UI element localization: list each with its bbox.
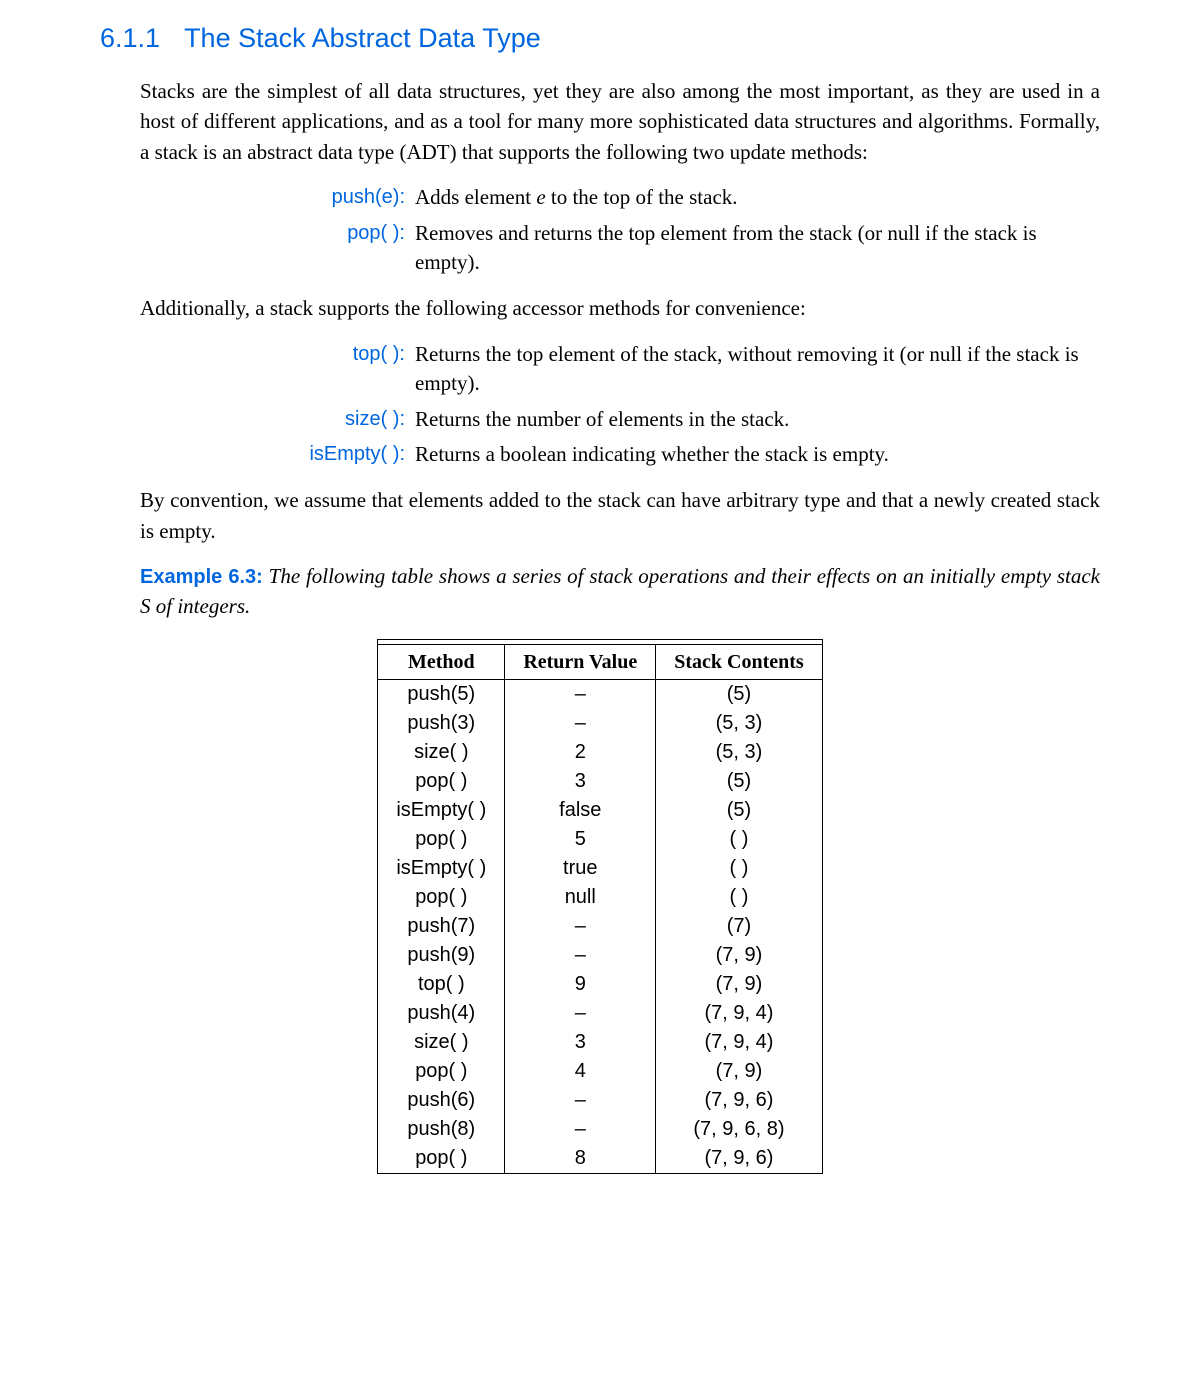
table-row: size( )3(7, 9, 4) [378,1028,822,1057]
table-row: push(9)–(7, 9) [378,941,822,970]
example-text: The following table shows a series of st… [140,564,1100,617]
table-row: push(7)–(7) [378,912,822,941]
table-row: isEmpty( )true( ) [378,854,822,883]
table-cell: (5) [656,796,822,825]
method-definition: size( ):Returns the number of elements i… [140,405,1100,434]
table-cell: (5) [656,767,822,796]
table-cell: top( ) [378,970,505,999]
table-cell: (7, 9) [656,1057,822,1086]
method-description: Adds element e to the top of the stack. [415,183,1100,212]
method-definition: push(e):Adds element e to the top of the… [140,183,1100,212]
method-definition: top( ):Returns the top element of the st… [140,340,1100,399]
table-cell: (7, 9, 4) [656,1028,822,1057]
table-cell: – [505,941,656,970]
table-cell: ( ) [656,825,822,854]
table-row: pop( )null( ) [378,883,822,912]
table-cell: ( ) [656,883,822,912]
table-row: top( )9(7, 9) [378,970,822,999]
section-number: 6.1.1 [100,23,160,53]
section-heading: 6.1.1 The Stack Abstract Data Type [100,20,1100,58]
table-cell: pop( ) [378,1144,505,1174]
table-cell: – [505,1115,656,1144]
intro-paragraph-2: Additionally, a stack supports the follo… [140,293,1100,323]
stack-operations-table: MethodReturn ValueStack Contentspush(5)–… [377,639,822,1174]
method-name: size( ): [140,405,415,433]
table-cell: (7, 9, 6, 8) [656,1115,822,1144]
intro-paragraph-1: Stacks are the simplest of all data stru… [140,76,1100,167]
update-methods-list: push(e):Adds element e to the top of the… [140,183,1100,277]
table-row: push(3)–(5, 3) [378,709,822,738]
table-header: Stack Contents [656,644,822,679]
table-row: size( )2(5, 3) [378,738,822,767]
table-cell: (7, 9, 4) [656,999,822,1028]
method-name: isEmpty( ): [140,440,415,468]
table-cell: ( ) [656,854,822,883]
method-name: pop( ): [140,219,415,247]
table-row: push(4)–(7, 9, 4) [378,999,822,1028]
table-row: push(5)–(5) [378,679,822,709]
table-cell: 8 [505,1144,656,1174]
table-row: pop( )4(7, 9) [378,1057,822,1086]
table-cell: (7, 9) [656,970,822,999]
accessor-methods-list: top( ):Returns the top element of the st… [140,340,1100,470]
table-cell: (7, 9) [656,941,822,970]
table-cell: push(3) [378,709,505,738]
table-header: Return Value [505,644,656,679]
method-description: Returns the top element of the stack, wi… [415,340,1100,399]
table-cell: 9 [505,970,656,999]
table-cell: (5) [656,679,822,709]
table-cell: – [505,709,656,738]
method-name: top( ): [140,340,415,368]
table-cell: pop( ) [378,1057,505,1086]
table-cell: push(7) [378,912,505,941]
table-cell: true [505,854,656,883]
table-row: pop( )3(5) [378,767,822,796]
table-cell: size( ) [378,738,505,767]
table-cell: size( ) [378,1028,505,1057]
table-cell: pop( ) [378,883,505,912]
method-description: Returns a boolean indicating whether the… [415,440,1100,469]
table-cell: pop( ) [378,825,505,854]
table-cell: 5 [505,825,656,854]
convention-paragraph: By convention, we assume that elements a… [140,485,1100,546]
table-cell: – [505,999,656,1028]
table-cell: – [505,1086,656,1115]
table-row: push(6)–(7, 9, 6) [378,1086,822,1115]
method-name: push(e): [140,183,415,211]
table-header: Method [378,644,505,679]
table-cell: push(8) [378,1115,505,1144]
method-definition: isEmpty( ):Returns a boolean indicating … [140,440,1100,469]
table-cell: isEmpty( ) [378,796,505,825]
table-cell: false [505,796,656,825]
table-cell: push(4) [378,999,505,1028]
table-cell: (7, 9, 6) [656,1144,822,1174]
table-row: push(8)–(7, 9, 6, 8) [378,1115,822,1144]
method-description: Returns the number of elements in the st… [415,405,1100,434]
table-row: isEmpty( )false(5) [378,796,822,825]
table-cell: (7, 9, 6) [656,1086,822,1115]
table-cell: – [505,679,656,709]
method-definition: pop( ):Removes and returns the top eleme… [140,219,1100,278]
section-title: The Stack Abstract Data Type [184,23,541,53]
table-cell: 3 [505,1028,656,1057]
method-description: Removes and returns the top element from… [415,219,1100,278]
table-cell: 3 [505,767,656,796]
table-cell: (5, 3) [656,738,822,767]
table-cell: push(5) [378,679,505,709]
table-cell: null [505,883,656,912]
table-cell: 4 [505,1057,656,1086]
table-cell: push(6) [378,1086,505,1115]
table-cell: 2 [505,738,656,767]
table-row: pop( )8(7, 9, 6) [378,1144,822,1174]
table-cell: pop( ) [378,767,505,796]
example-label: Example 6.3: [140,566,263,588]
table-cell: – [505,912,656,941]
table-cell: push(9) [378,941,505,970]
table-row: pop( )5( ) [378,825,822,854]
table-cell: (7) [656,912,822,941]
example-paragraph: Example 6.3: The following table shows a… [140,562,1100,621]
table-cell: (5, 3) [656,709,822,738]
table-cell: isEmpty( ) [378,854,505,883]
